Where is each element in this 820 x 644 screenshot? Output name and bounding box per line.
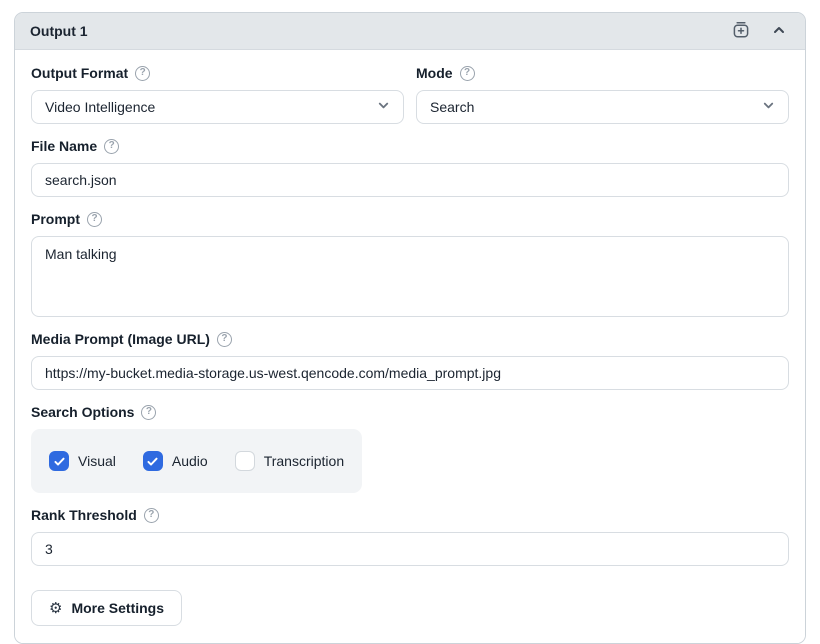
panel-header-actions: [730, 20, 790, 42]
media-prompt-input[interactable]: [31, 356, 789, 390]
checkbox-label: Audio: [172, 453, 208, 469]
mode-label: Mode: [416, 65, 789, 81]
output-panel-header: Output 1: [15, 13, 805, 50]
checkbox-label: Visual: [78, 453, 116, 469]
rank-threshold-label-text: Rank Threshold: [31, 507, 137, 523]
question-circle-icon[interactable]: [104, 139, 119, 154]
panel-title: Output 1: [30, 23, 88, 39]
prompt-label-text: Prompt: [31, 211, 80, 227]
output-format-field: Output Format Video Intelligence: [31, 65, 404, 124]
question-circle-icon[interactable]: [141, 405, 156, 420]
duplicate-icon: [731, 20, 751, 43]
output-panel: Output 1: [14, 12, 806, 644]
mode-field: Mode Search: [416, 65, 789, 124]
collapse-output-button[interactable]: [768, 20, 790, 42]
output-format-label: Output Format: [31, 65, 404, 81]
checkbox-label: Transcription: [264, 453, 344, 469]
output-format-select[interactable]: Video Intelligence: [31, 90, 404, 124]
mode-value: Search: [430, 99, 474, 115]
rank-threshold-field: Rank Threshold: [31, 507, 789, 566]
question-circle-icon[interactable]: [87, 212, 102, 227]
chevron-up-icon: [772, 23, 786, 40]
prompt-textarea[interactable]: Man talking: [31, 236, 789, 317]
output-format-label-text: Output Format: [31, 65, 128, 81]
mode-select[interactable]: Search: [416, 90, 789, 124]
chevron-down-icon: [377, 99, 390, 115]
media-prompt-label-text: Media Prompt (Image URL): [31, 331, 210, 347]
media-prompt-label: Media Prompt (Image URL): [31, 331, 789, 347]
checkbox-visual[interactable]: Visual: [49, 451, 116, 471]
media-prompt-field: Media Prompt (Image URL): [31, 331, 789, 390]
chevron-down-icon: [762, 99, 775, 115]
output-panel-body: Output Format Video Intelligence Mode: [15, 50, 805, 643]
more-settings-button[interactable]: ⚙ More Settings: [31, 590, 182, 626]
checkbox-icon: [235, 451, 255, 471]
prompt-label: Prompt: [31, 211, 789, 227]
mode-label-text: Mode: [416, 65, 453, 81]
gear-icon: ⚙: [49, 601, 62, 616]
file-name-label: File Name: [31, 138, 789, 154]
checkbox-icon: [143, 451, 163, 471]
question-circle-icon[interactable]: [460, 66, 475, 81]
prompt-field: Prompt Man talking: [31, 211, 789, 317]
rank-threshold-label: Rank Threshold: [31, 507, 789, 523]
checkbox-audio[interactable]: Audio: [143, 451, 208, 471]
checkbox-icon: [49, 451, 69, 471]
rank-threshold-input[interactable]: [31, 532, 789, 566]
file-name-field: File Name: [31, 138, 789, 197]
question-circle-icon[interactable]: [217, 332, 232, 347]
search-options-label: Search Options: [31, 404, 789, 420]
format-mode-row: Output Format Video Intelligence Mode: [31, 65, 789, 124]
file-name-input[interactable]: [31, 163, 789, 197]
output-format-value: Video Intelligence: [45, 99, 155, 115]
more-settings-label: More Settings: [71, 600, 164, 616]
search-options-label-text: Search Options: [31, 404, 134, 420]
file-name-label-text: File Name: [31, 138, 97, 154]
duplicate-output-button[interactable]: [730, 20, 752, 42]
search-options-field: Search Options Visual: [31, 404, 789, 499]
checkbox-transcription[interactable]: Transcription: [235, 451, 344, 471]
question-circle-icon[interactable]: [135, 66, 150, 81]
question-circle-icon[interactable]: [144, 508, 159, 523]
search-options-group: Visual Audio Trans: [31, 429, 362, 493]
